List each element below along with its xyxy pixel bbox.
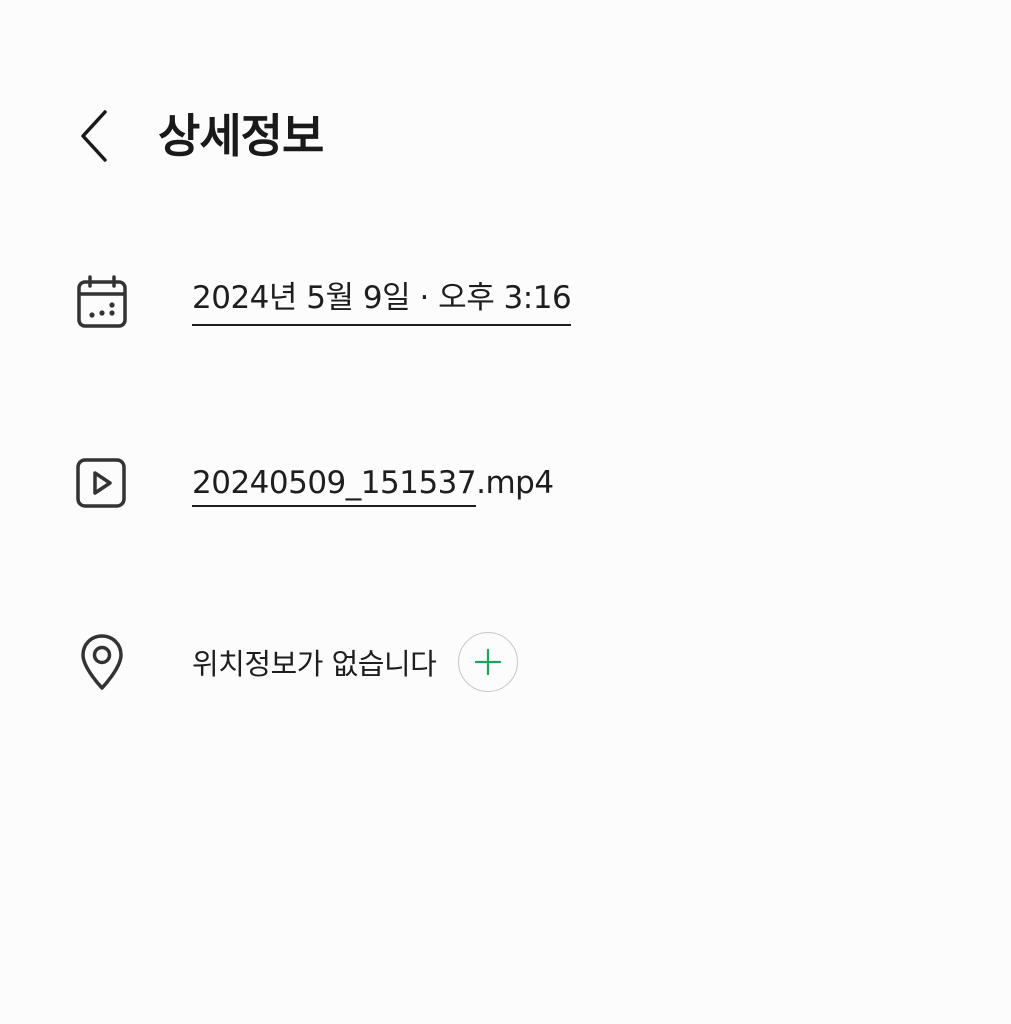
location-text: 위치정보가 없습니다 (192, 647, 437, 681)
page-title: 상세정보 (158, 109, 324, 163)
add-location-button[interactable] (458, 632, 518, 692)
details-screen: 상세정보 2024년 5월 9일 · 오후 3:16 20240509_1515… (0, 0, 1011, 1024)
date-time-link[interactable]: 2024년 5월 9일 · 오후 3:16 (192, 276, 572, 326)
chevron-left-icon (81, 110, 107, 162)
location-pin-icon (74, 634, 130, 690)
video-file-icon (73, 455, 129, 511)
back-button[interactable] (66, 100, 122, 172)
plus-icon (474, 648, 502, 676)
calendar-icon (74, 274, 130, 330)
file-name-link[interactable]: 20240509_151537 (192, 465, 477, 507)
file-extension: .mp4 (476, 465, 554, 501)
file-name: 20240509_151537.mp4 (192, 461, 554, 507)
